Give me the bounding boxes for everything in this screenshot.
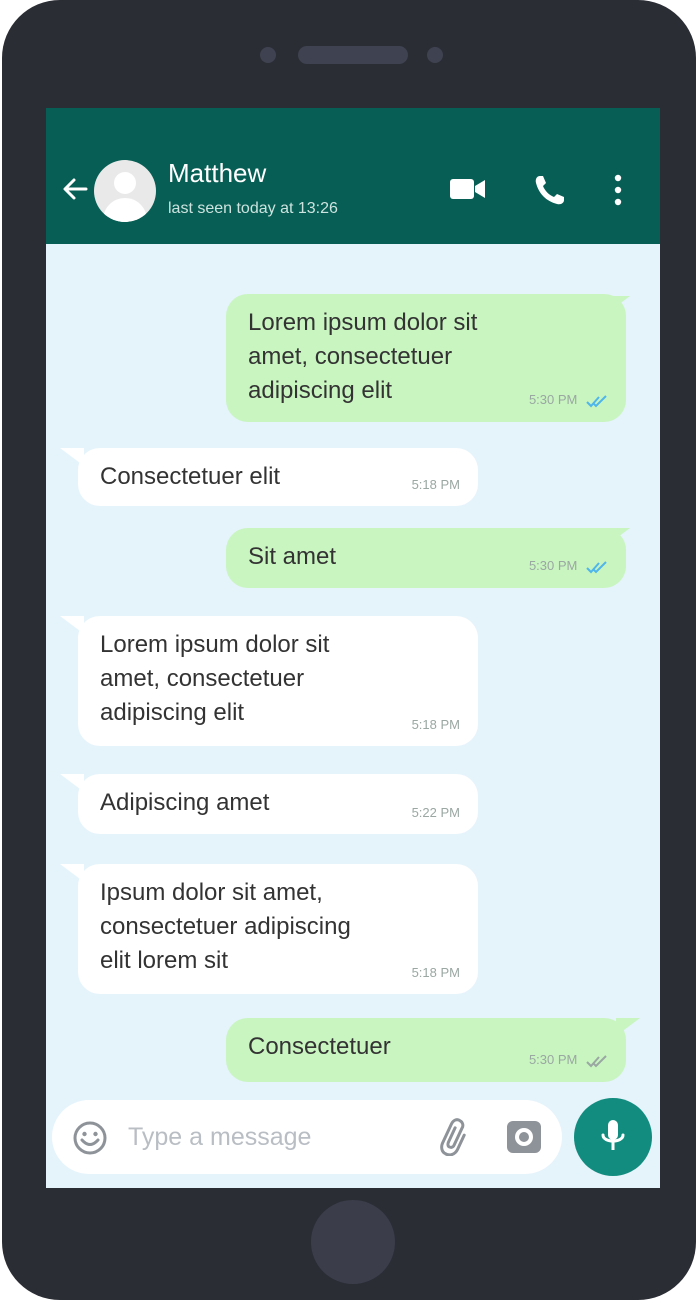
message-time: 5:30 PM [529,1053,608,1068]
proximity-sensor [427,47,443,63]
message-time: 5:30 PM [529,559,608,574]
last-seen-status: last seen today at 13:26 [168,200,338,217]
avatar[interactable] [94,160,156,222]
front-camera [260,47,276,63]
read-ticks-icon [586,395,607,408]
message-time: 5:22 PM [411,805,460,820]
message-bubble-outgoing[interactable]: Sit amet 5:30 PM [226,528,626,588]
message-text: Ipsum dolor sit amet, consectetuer adipi… [100,879,351,974]
message-time: 5:30 PM [529,393,608,408]
message-text: Sit amet [248,543,337,570]
message-time: 5:18 PM [411,965,460,980]
chat-screen: Matthew last seen today at 13:26 Lorem i… [46,108,660,1188]
message-time: 5:18 PM [411,477,460,492]
delivered-ticks-icon [586,1055,607,1068]
message-time: 5:18 PM [411,717,460,732]
mic-icon [601,1120,625,1150]
message-bubble-outgoing[interactable]: Lorem ipsum dolor sit amet, consectetuer… [226,294,626,422]
message-text: Adipiscing amet [100,789,270,816]
emoji-icon[interactable] [72,1120,108,1160]
attach-icon[interactable] [436,1116,476,1160]
message-text: Lorem ipsum dolor sit amet, consectetuer… [100,631,330,726]
chat-header: Matthew last seen today at 13:26 [46,108,660,244]
home-button[interactable] [311,1200,395,1284]
message-bubble-incoming[interactable]: Consectetuer elit 5:18 PM [78,448,478,506]
message-composer [52,1100,562,1174]
more-options-icon[interactable] [612,172,624,212]
camera-icon[interactable] [504,1118,544,1160]
mic-button[interactable] [574,1098,652,1176]
video-call-icon[interactable] [448,172,488,210]
earpiece-speaker [298,46,408,64]
message-bubble-incoming[interactable]: Ipsum dolor sit amet, consectetuer adipi… [78,864,478,994]
read-ticks-icon [586,561,607,574]
message-bubble-incoming[interactable]: Lorem ipsum dolor sit amet, consectetuer… [78,616,478,746]
message-text: Consectetuer elit [100,463,281,490]
message-bubble-incoming[interactable]: Adipiscing amet 5:22 PM [78,774,478,834]
back-arrow-icon[interactable] [60,174,90,204]
message-input[interactable] [128,1114,408,1160]
contact-name[interactable]: Matthew [168,158,266,189]
message-text: Consectetuer [248,1033,391,1060]
voice-call-icon[interactable] [532,172,568,212]
message-text: Lorem ipsum dolor sit amet, consectetuer… [248,309,478,404]
message-bubble-outgoing[interactable]: Consectetuer 5:30 PM [226,1018,626,1082]
phone-frame: Matthew last seen today at 13:26 Lorem i… [2,0,696,1300]
